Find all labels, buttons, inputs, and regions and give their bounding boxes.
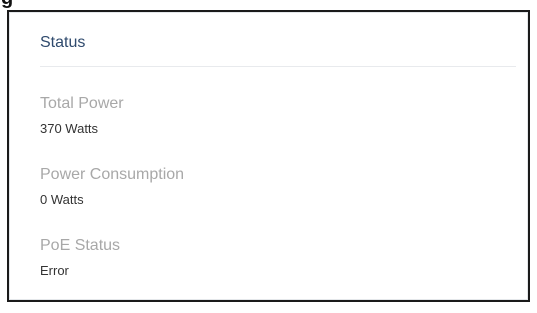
status-card: Status Total Power 370 Watts Power Consu… (9, 12, 528, 300)
poe-status-field: PoE Status Error (40, 236, 120, 279)
power-consumption-field: Power Consumption 0 Watts (40, 165, 184, 208)
power-consumption-label: Power Consumption (40, 166, 185, 183)
poe-status-label: PoE Status (40, 237, 121, 254)
total-power-value: 370 Watts (40, 121, 99, 136)
total-power-label: Total Power (40, 95, 124, 112)
status-panel: Status Total Power 370 Watts Power Consu… (7, 10, 530, 302)
status-panel-divider (40, 66, 516, 67)
total-power-field: Total Power 370 Watts (40, 94, 124, 137)
poe-status-value: Error (40, 263, 69, 278)
clipped-page-heading: g (1, 0, 13, 8)
power-consumption-value: 0 Watts (40, 192, 84, 207)
status-panel-title: Status (40, 34, 86, 51)
